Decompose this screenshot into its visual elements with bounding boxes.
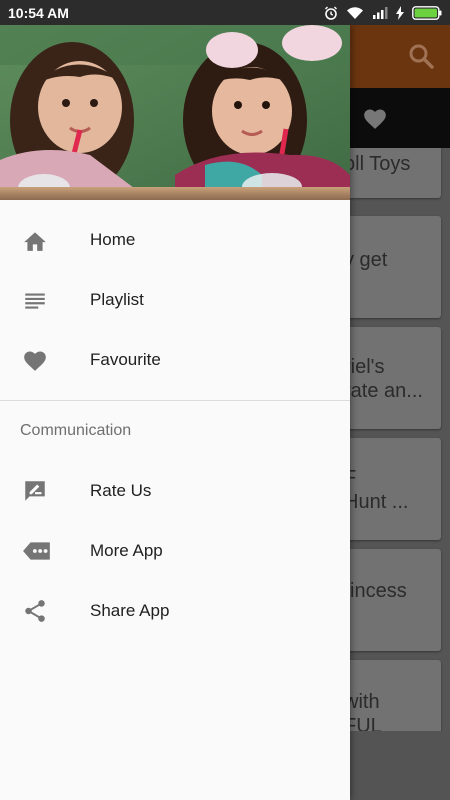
menu-item-label: Playlist xyxy=(90,290,144,309)
video-card-title: y get xyxy=(344,249,388,271)
video-card-title: oll Toys xyxy=(344,153,411,175)
charging-icon xyxy=(396,5,404,20)
rate-feedback-icon xyxy=(0,479,90,503)
status-icons xyxy=(324,5,442,20)
section-title: Communication xyxy=(20,422,132,439)
menu-item-playlist[interactable]: Playlist xyxy=(0,270,350,330)
battery-icon xyxy=(412,5,442,20)
status-time: 10:54 AM xyxy=(8,4,69,21)
home-icon xyxy=(0,228,90,252)
menu-item-label: More App xyxy=(90,541,163,560)
navigation-drawer: Home Playlist Favourite Communication Ra… xyxy=(0,25,350,800)
menu-item-favourite[interactable]: Favourite xyxy=(0,330,350,390)
drawer-header-image xyxy=(0,25,350,200)
menu-item-share-app[interactable]: Share App xyxy=(0,581,350,641)
menu-item-home[interactable]: Home xyxy=(0,210,350,270)
menu-item-label: Home xyxy=(90,230,136,249)
menu-item-label: Rate Us xyxy=(90,481,152,500)
alarm-icon xyxy=(325,6,337,20)
heart-icon xyxy=(364,109,386,129)
wifi-icon xyxy=(347,6,363,19)
menu-item-label: Favourite xyxy=(90,350,161,369)
menu-item-rate-us[interactable]: Rate Us xyxy=(0,461,350,521)
screen: 10:54 AM oll Toys y get riel's rate an..… xyxy=(0,0,450,800)
video-card-title: riel's rate an... xyxy=(344,356,423,402)
signal-icon xyxy=(373,7,388,19)
video-card-title: F Hunt ... xyxy=(344,467,409,513)
status-bar: 10:54 AM xyxy=(0,0,450,25)
more-label-icon xyxy=(0,539,90,563)
playlist-icon xyxy=(0,288,90,312)
drawer-menu: Home Playlist Favourite Communication Ra… xyxy=(0,200,350,641)
menu-item-label: Share App xyxy=(90,601,170,620)
share-icon xyxy=(0,598,90,624)
menu-item-more-app[interactable]: More App xyxy=(0,521,350,581)
search-icon xyxy=(409,44,434,69)
heart-icon xyxy=(0,348,90,372)
